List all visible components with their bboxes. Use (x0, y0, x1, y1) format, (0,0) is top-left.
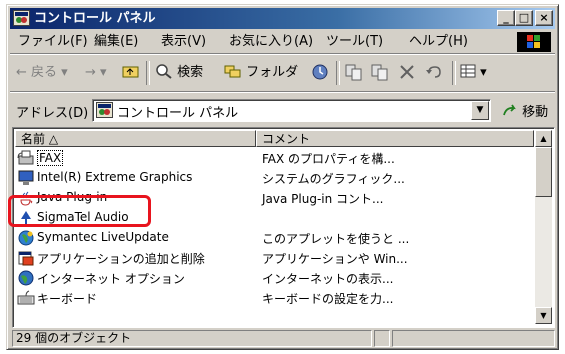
toolbar-separator (146, 61, 150, 85)
control-panel-window: コントロール パネル _ □ × ファイル(F) 編集(E) 表示(V) お気に… (6, 4, 559, 350)
minimize-button[interactable]: _ (497, 10, 515, 26)
delete-icon (400, 65, 414, 79)
item-comment: Java Plug-in コント... (262, 192, 384, 206)
views-button[interactable]: ▾ (460, 63, 487, 85)
column-header-comment[interactable]: コメント (256, 130, 534, 147)
search-label: 検索 (177, 65, 204, 80)
list-item[interactable]: FAX FAX のプロパティを構... (15, 148, 515, 168)
forward-button[interactable]: → ▾ (85, 63, 107, 85)
list-item[interactable]: Intel(R) Extreme Graphics システムのグラフィック... (15, 168, 515, 188)
window-title: コントロール パネル (34, 11, 156, 26)
go-label: 移動 (522, 105, 549, 120)
list-item[interactable]: アプリケーションの追加と削除 アプリケーションや Win... (15, 248, 515, 268)
address-bar: アドレス(D) コントロール パネル ▼ 移動 (10, 95, 555, 125)
go-button[interactable]: 移動 (502, 101, 548, 120)
undo-icon (426, 66, 441, 78)
globe-icon (18, 270, 34, 286)
globe-icon (18, 230, 34, 246)
column-header-name[interactable]: 名前 △ (15, 130, 256, 147)
address-dropdown-button[interactable]: ▼ (471, 101, 489, 120)
search-icon (156, 64, 172, 79)
control-panel-icon (96, 102, 113, 118)
menu-edit[interactable]: 編集(E) (94, 34, 138, 50)
list-item[interactable]: Symantec LiveUpdate このアプレットを使うと ... (15, 228, 515, 248)
item-comment: アプリケーションや Win... (262, 252, 408, 266)
list-item[interactable]: インターネット オプション インターネットの表示... (15, 268, 515, 288)
control-panel-icon (13, 10, 30, 26)
item-name: インターネット オプション (37, 272, 185, 286)
search-button[interactable]: 検索 (155, 63, 203, 85)
windows-flag-icon (517, 32, 551, 52)
history-button[interactable] (310, 63, 330, 85)
item-name: FAX (37, 150, 64, 166)
close-button[interactable]: × (535, 10, 553, 26)
item-comment: FAX のプロパティを構... (262, 152, 395, 166)
move-to-button[interactable] (344, 63, 364, 85)
toolbar-separator (452, 61, 456, 85)
scroll-up-button[interactable]: ▲ (535, 130, 552, 147)
views-icon (460, 64, 476, 78)
java-plugin-highlight (8, 195, 151, 227)
item-comment: このアプレットを使うと ... (262, 232, 410, 246)
status-object-count: 29 個のオブジェクト (12, 330, 372, 347)
item-name: Intel(R) Extreme Graphics (37, 170, 193, 184)
address-label: アドレス(D) (16, 106, 89, 121)
folders-icon (224, 65, 241, 78)
copy-to-button[interactable] (370, 63, 390, 85)
fax-icon (17, 150, 34, 165)
menu-view[interactable]: 表示(V) (161, 34, 206, 50)
folders-button[interactable]: フォルダ (224, 63, 298, 85)
list-item[interactable]: キーボード キーボードの設定を力... (15, 288, 515, 308)
go-arrow-icon (503, 104, 516, 116)
item-comment: システムのグラフィック... (262, 172, 405, 186)
history-icon (312, 64, 328, 80)
menu-file[interactable]: ファイル(F) (18, 34, 88, 50)
scroll-thumb[interactable] (535, 147, 552, 197)
views-dropdown-label: ▾ (480, 65, 487, 80)
item-name: Symantec LiveUpdate (37, 230, 169, 244)
menu-favorites[interactable]: お気に入り(A) (229, 34, 313, 50)
menu-bar: ファイル(F) 編集(E) 表示(V) お気に入り(A) ツール(T) ヘルプ(… (10, 31, 555, 54)
scroll-down-button[interactable]: ▼ (535, 307, 552, 324)
vertical-scrollbar[interactable]: ▲ ▼ (535, 130, 552, 324)
toolbar-separator (336, 61, 340, 85)
maximize-button[interactable]: □ (515, 10, 533, 26)
menu-help[interactable]: ヘルプ(H) (409, 34, 468, 50)
file-list[interactable]: 名前 △ コメント FAX FAX のプロパティを構... Intel(R) E… (12, 127, 555, 328)
up-folder-icon[interactable] (122, 63, 140, 85)
folders-label: フォルダ (246, 65, 299, 80)
copy-to-icon (371, 64, 388, 81)
item-name: アプリケーションの追加と削除 (37, 252, 205, 266)
undo-button[interactable] (424, 63, 444, 85)
status-panel (374, 330, 390, 347)
item-comment: インターネットの表示... (262, 272, 394, 286)
address-input[interactable]: コントロール パネル ▼ (92, 99, 491, 122)
menu-tools[interactable]: ツール(T) (326, 34, 383, 50)
delete-button[interactable] (398, 63, 416, 85)
move-to-icon (345, 64, 362, 81)
status-bar: 29 個のオブジェクト (10, 330, 555, 348)
item-name: キーボード (37, 292, 98, 306)
item-comment: キーボードの設定を力... (262, 292, 394, 306)
keyboard-icon (17, 290, 35, 305)
title-bar[interactable]: コントロール パネル _ □ × (10, 8, 555, 29)
display-icon (18, 170, 34, 185)
address-value: コントロール パネル (117, 106, 239, 121)
standard-toolbar: ← 戻る ▾ → ▾ 検索 フォルダ ▾ (10, 55, 555, 92)
add-remove-icon (18, 251, 34, 266)
status-zone (392, 330, 555, 347)
back-button[interactable]: ← 戻る ▾ (16, 63, 68, 85)
